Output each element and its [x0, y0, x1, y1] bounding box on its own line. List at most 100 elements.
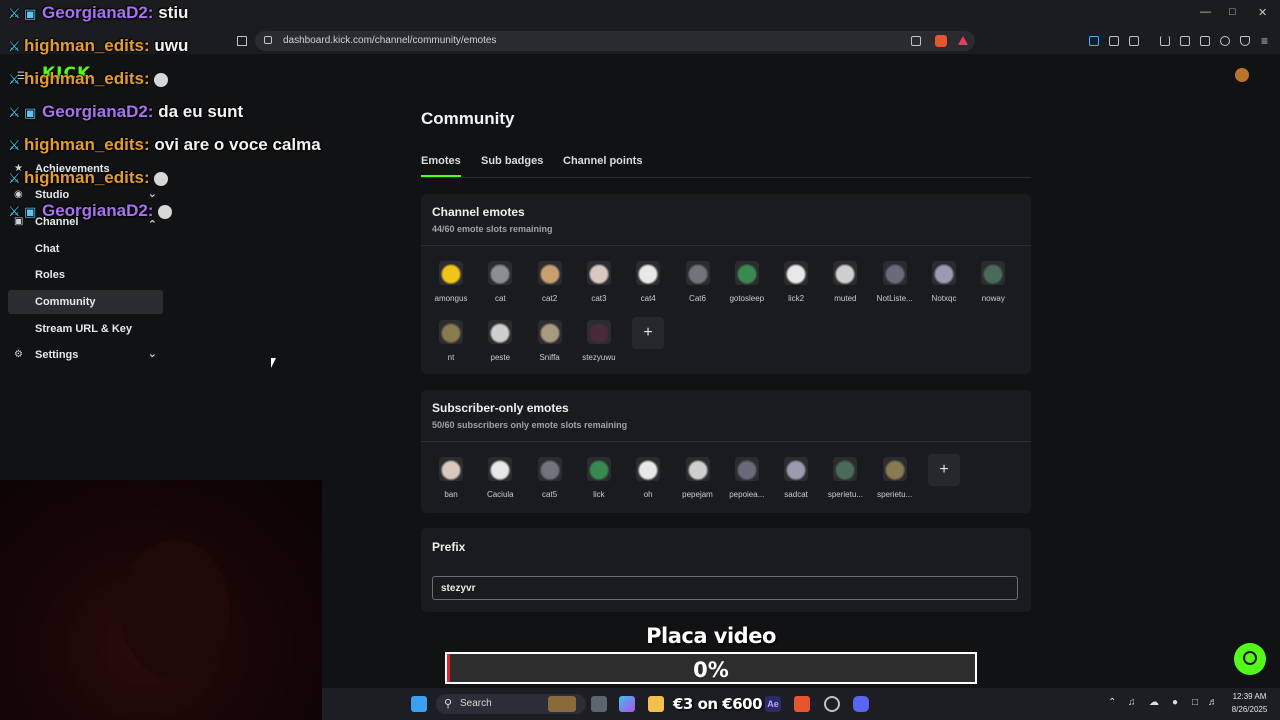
leo-icon[interactable] [1220, 36, 1230, 46]
emote-image [685, 261, 710, 285]
emote-item[interactable]: NotListe... [871, 261, 919, 315]
emote-name: pepoiea... [729, 490, 765, 499]
channel-emotes-card: Channel emotes 44/60 emote slots remaini… [421, 194, 1031, 374]
chat-text: uwu [154, 36, 189, 55]
chat-username: highman_edits: [24, 36, 155, 55]
vpn-icon[interactable] [1240, 36, 1250, 46]
file-explorer-icon[interactable] [648, 696, 664, 712]
sidebar-item-community[interactable]: Community [8, 290, 163, 314]
download-icon[interactable] [1160, 36, 1170, 46]
share-icon[interactable] [911, 36, 921, 46]
emote-item[interactable]: cat5 [526, 457, 574, 511]
search-highlight-icon [548, 696, 576, 712]
tray-overflow-icon[interactable]: ⌃ [1108, 697, 1116, 708]
chat-emote-icon [154, 72, 169, 87]
wallet-icon[interactable] [1200, 36, 1210, 46]
copilot-icon[interactable] [619, 696, 635, 712]
emote-item[interactable]: lick2 [772, 261, 820, 315]
speaker-tray-icon[interactable]: ♫ [1128, 697, 1136, 708]
restore-icon[interactable]: □ [1229, 6, 1236, 18]
emote-item[interactable]: lick [575, 457, 623, 511]
emote-item[interactable]: cat3 [575, 261, 623, 315]
emote-name: ban [444, 490, 458, 499]
emote-item[interactable]: amongus [427, 261, 475, 315]
brave-icon[interactable] [794, 696, 810, 712]
add-subscriber-emote-button[interactable]: + [928, 454, 960, 486]
sidebar-icon[interactable] [1180, 36, 1190, 46]
sidebar-item-roles[interactable]: Roles [8, 263, 163, 287]
search-icon: ⚲ [444, 698, 453, 710]
studio-icon: ◉ [14, 189, 23, 200]
chat-username: GeorgianaD2: [42, 102, 159, 121]
emote-image [586, 320, 611, 344]
emote-item[interactable]: cat [476, 261, 524, 315]
sidebar-item-chat[interactable]: Chat [8, 237, 163, 261]
emote-item[interactable]: noway [969, 261, 1017, 315]
emote-name: stezyuwu [582, 353, 616, 362]
cloud-icon[interactable]: ☁ [1149, 697, 1159, 708]
tab-emotes[interactable]: Emotes [421, 155, 461, 177]
add-channel-emote-button[interactable]: + [632, 317, 664, 349]
emote-item[interactable]: cat2 [526, 261, 574, 315]
emote-item[interactable]: Notxqc [920, 261, 968, 315]
menu-icon[interactable]: ≡ [1261, 34, 1268, 48]
screenshot-icon[interactable] [1129, 36, 1139, 46]
emote-item[interactable]: muted [821, 261, 869, 315]
emote-item[interactable]: gotosleep [723, 261, 771, 315]
tab-sub-badges[interactable]: Sub badges [481, 155, 543, 175]
tab-bar: Emotes Sub badges Channel points [421, 154, 1031, 178]
emote-item[interactable]: peste [476, 320, 524, 374]
brave-shields-icon[interactable] [935, 35, 947, 47]
taskbar-search[interactable]: ⚲ Search [436, 694, 586, 714]
bookmark-icon[interactable] [237, 36, 247, 46]
emote-item[interactable]: nt [427, 320, 475, 374]
emote-item[interactable]: sadcat [772, 457, 820, 511]
emote-item[interactable]: Cat6 [674, 261, 722, 315]
sword-badge-icon: ⚔ [8, 5, 21, 21]
volume-icon[interactable]: ♬ [1208, 697, 1218, 708]
address-bar[interactable]: dashboard.kick.com/channel/community/emo… [255, 31, 975, 51]
emote-item[interactable]: Sniffa [526, 320, 574, 374]
minimize-icon[interactable]: — [1200, 6, 1211, 18]
sidebar-item-stream-url-key[interactable]: Stream URL & Key [8, 317, 163, 341]
close-icon[interactable]: ✕ [1258, 6, 1267, 19]
emote-item[interactable]: pepoiea... [723, 457, 771, 511]
og-badge-icon: ▣ [24, 105, 37, 120]
emote-item[interactable]: pepejam [674, 457, 722, 511]
emote-image [488, 320, 513, 344]
emote-name: Cat6 [689, 294, 706, 303]
chat-username: highman_edits: [24, 135, 155, 154]
prefix-card: Prefix [421, 528, 1031, 612]
emote-image [439, 320, 463, 344]
chat-emote-icon [154, 171, 169, 186]
avatar[interactable] [1235, 68, 1249, 82]
discord-icon[interactable] [853, 696, 869, 712]
task-view-icon[interactable] [591, 696, 607, 712]
sidebar-item-settings[interactable]: ⚙ Settings ⌄ [8, 343, 163, 367]
after-effects-icon[interactable]: Ae [765, 696, 781, 712]
tab-channel-points[interactable]: Channel points [563, 155, 642, 175]
emote-item[interactable]: stezyuwu [575, 320, 623, 374]
windows-start-icon[interactable] [411, 696, 427, 712]
network-icon[interactable]: □ [1192, 697, 1198, 708]
chat-message: ⚔ highman_edits: [8, 168, 169, 188]
emote-item[interactable]: cat4 [624, 261, 672, 315]
emote-item[interactable]: sperietu... [821, 457, 869, 511]
emote-item[interactable]: Caciula [476, 457, 524, 511]
brave-rewards-icon[interactable] [958, 36, 968, 45]
emote-item[interactable]: ban [427, 457, 475, 511]
clock-date[interactable]: 8/26/2025 [1222, 705, 1277, 714]
site-info-icon[interactable] [264, 36, 272, 44]
emote-image [882, 457, 907, 481]
emote-name: sperietu... [877, 490, 913, 499]
extension-icon[interactable] [1089, 36, 1099, 46]
prefix-input[interactable] [432, 576, 1018, 600]
clock-time[interactable]: 12:39 AM [1222, 692, 1277, 701]
emote-image [685, 457, 710, 481]
emote-item[interactable]: sperietu... [871, 457, 919, 511]
puzzle-icon[interactable] [1109, 36, 1119, 46]
emote-item[interactable]: oh [624, 457, 672, 511]
obs-icon[interactable] [824, 696, 840, 712]
microphone-icon[interactable]: ● [1172, 697, 1178, 708]
help-button[interactable] [1234, 643, 1266, 675]
